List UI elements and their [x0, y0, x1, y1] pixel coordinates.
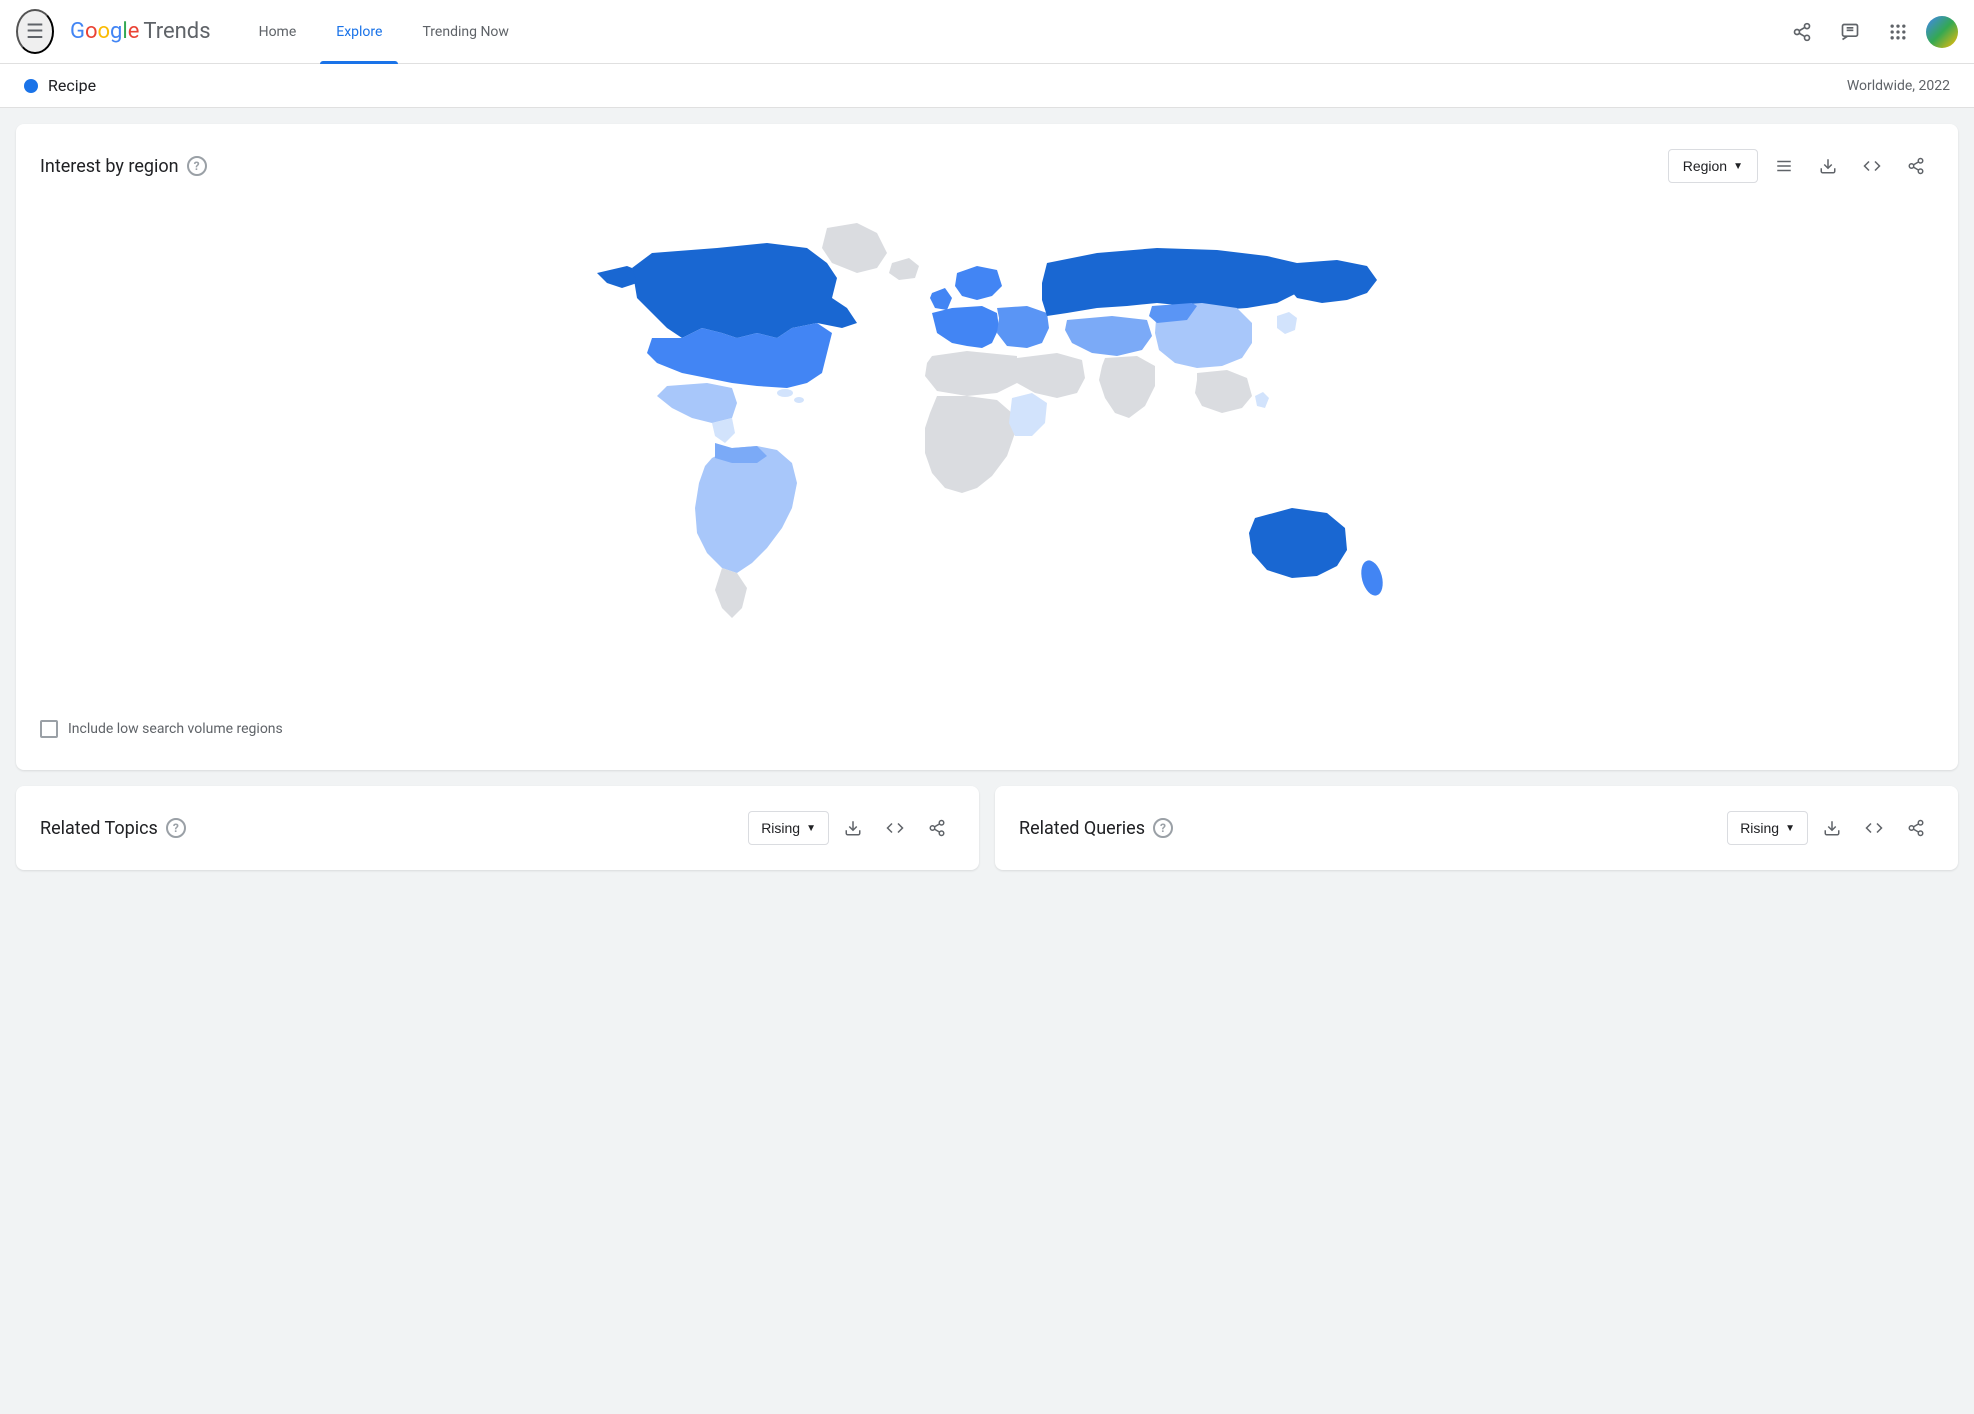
share-map-icon [1907, 157, 1925, 175]
download-icon [1819, 157, 1837, 175]
rising-topics-label: Rising [761, 820, 800, 836]
card-actions: Region ▼ [1668, 148, 1934, 184]
embed-button[interactable] [1854, 148, 1890, 184]
card-title: Interest by region ? [40, 156, 207, 177]
card-header: Interest by region ? Region ▼ [40, 148, 1934, 184]
related-queries-title: Related Queries [1019, 818, 1145, 839]
region-dropdown[interactable]: Region ▼ [1668, 149, 1758, 183]
list-icon [1775, 157, 1793, 175]
map-container [40, 208, 1934, 688]
share-map-button[interactable] [1898, 148, 1934, 184]
download-button[interactable] [1810, 148, 1846, 184]
interest-by-region-title: Interest by region [40, 156, 179, 177]
map-north-africa [925, 351, 1017, 396]
region-dropdown-label: Region [1683, 158, 1727, 174]
embed-topics-icon [886, 819, 904, 837]
feedback-icon [1840, 22, 1860, 42]
share-queries-icon [1907, 819, 1925, 837]
rising-topics-dropdown[interactable]: Rising ▼ [748, 811, 829, 845]
interest-by-region-card: Interest by region ? Region ▼ [16, 124, 1958, 770]
download-topics-button[interactable] [835, 810, 871, 846]
nav-trending[interactable]: Trending Now [406, 0, 524, 64]
help-icon[interactable]: ? [187, 156, 207, 176]
apps-icon [1888, 22, 1908, 42]
map-eastern-europe [997, 306, 1049, 348]
related-queries-actions: Rising ▼ [1727, 810, 1934, 846]
search-term-display: Recipe [24, 76, 96, 95]
checkbox-label[interactable]: Include low search volume regions [68, 721, 283, 737]
related-topics-card: Related Topics ? Rising ▼ [16, 786, 979, 870]
nav-home[interactable]: Home [243, 0, 313, 64]
share-queries-button[interactable] [1898, 810, 1934, 846]
download-queries-button[interactable] [1814, 810, 1850, 846]
download-queries-icon [1823, 819, 1841, 837]
share-topics-icon [928, 819, 946, 837]
share-icon [1792, 22, 1812, 42]
download-topics-icon [844, 819, 862, 837]
rising-queries-label: Rising [1740, 820, 1779, 836]
related-queries-help[interactable]: ? [1153, 818, 1173, 838]
logo-trends-text: Trends [143, 19, 210, 44]
low-volume-checkbox[interactable] [40, 720, 58, 738]
world-map [537, 208, 1437, 688]
rising-queries-dropdown[interactable]: Rising ▼ [1727, 811, 1808, 845]
checkbox-area: Include low search volume regions [40, 712, 1934, 746]
rising-topics-arrow: ▼ [806, 823, 816, 834]
blue-dot-icon [24, 79, 38, 93]
embed-topics-button[interactable] [877, 810, 913, 846]
sub-header: Recipe Worldwide, 2022 [0, 64, 1974, 108]
search-term-label: Recipe [48, 76, 96, 95]
related-topics-actions: Rising ▼ [748, 810, 955, 846]
avatar[interactable] [1926, 16, 1958, 48]
share-button[interactable] [1782, 12, 1822, 52]
main-header: ☰ Google Trends Home Explore Trending No… [0, 0, 1974, 64]
geo-time-label: Worldwide, 2022 [1847, 78, 1950, 94]
related-topics-header: Related Topics ? Rising ▼ [40, 810, 955, 846]
hamburger-button[interactable]: ☰ [16, 9, 54, 54]
header-left: ☰ Google Trends [16, 9, 211, 54]
embed-queries-icon [1865, 819, 1883, 837]
bottom-row: Related Topics ? Rising ▼ [16, 786, 1958, 870]
related-queries-header: Related Queries ? Rising ▼ [1019, 810, 1934, 846]
nav-explore[interactable]: Explore [320, 0, 398, 64]
logo-google-text: Google [70, 19, 139, 44]
main-content: Interest by region ? Region ▼ [0, 108, 1974, 886]
related-topics-title: Related Topics [40, 818, 158, 839]
share-topics-button[interactable] [919, 810, 955, 846]
logo-link[interactable]: Google Trends [70, 19, 211, 44]
feedback-button[interactable] [1830, 12, 1870, 52]
region-dropdown-arrow: ▼ [1733, 161, 1743, 172]
rising-queries-arrow: ▼ [1785, 823, 1795, 834]
embed-icon [1863, 157, 1881, 175]
embed-queries-button[interactable] [1856, 810, 1892, 846]
list-view-button[interactable] [1766, 148, 1802, 184]
related-queries-card: Related Queries ? Rising ▼ [995, 786, 1958, 870]
main-nav: Home Explore Trending Now [243, 0, 525, 64]
header-icons [1782, 12, 1958, 52]
apps-button[interactable] [1878, 12, 1918, 52]
related-topics-help[interactable]: ? [166, 818, 186, 838]
